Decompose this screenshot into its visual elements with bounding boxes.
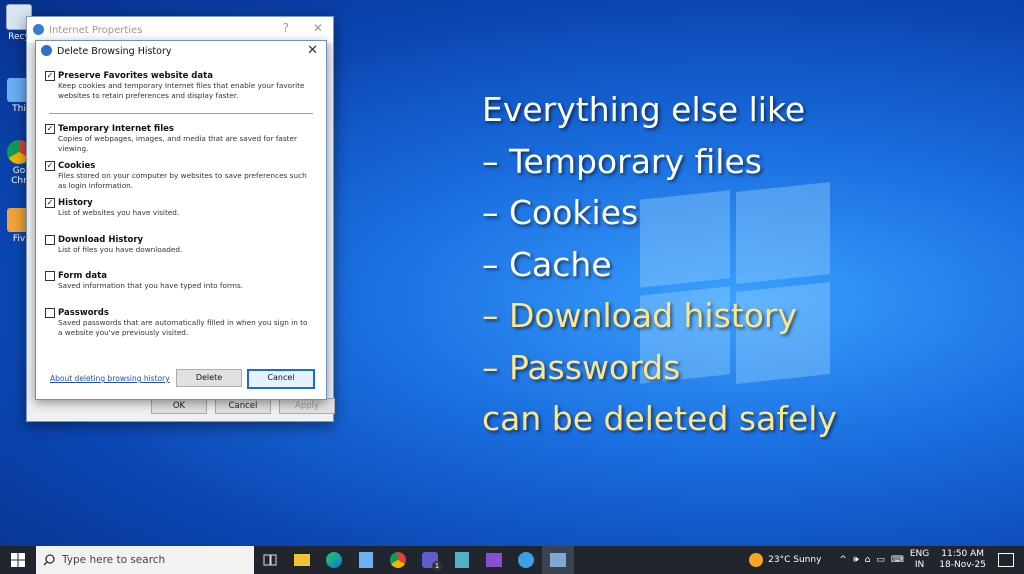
caption-line: – Temporary files (482, 141, 762, 181)
battery-icon[interactable]: ▭ (876, 555, 885, 565)
option-history: ✓ History List of websites you have visit… (45, 198, 315, 218)
weather-sun-icon (749, 553, 764, 567)
option-description: List of files you have downloaded. (58, 245, 183, 254)
taskbar-cortana[interactable] (510, 546, 542, 574)
taskbar-file-explorer[interactable] (286, 546, 318, 574)
taskbar-notepad[interactable] (350, 546, 382, 574)
start-button[interactable] (0, 546, 36, 574)
desktop-icon-label: Fiv (12, 234, 26, 244)
caption-line: – Cookies (482, 193, 639, 232)
search-placeholder: Type here to search (62, 554, 166, 566)
ok-button[interactable]: OK (151, 398, 207, 414)
delete-button[interactable]: Delete (176, 369, 242, 387)
help-button[interactable]: ? (283, 21, 289, 35)
checkbox-preserve-favorites[interactable]: ✓ (45, 71, 55, 81)
close-icon[interactable]: ✕ (307, 43, 318, 58)
option-label: Temporary Internet files (58, 124, 174, 134)
checkbox-passwords[interactable] (45, 308, 55, 318)
language-indicator[interactable]: ENG IN (910, 549, 929, 571)
clapperboard-icon (486, 553, 502, 567)
notification-badge: 1 (432, 561, 442, 571)
clock-time: 11:50 AM (941, 549, 984, 559)
language-code: ENG (909, 549, 930, 559)
option-cookies: ✓ Cookies Files stored on your computer b… (45, 161, 315, 190)
option-temporary-internet-files: ✓ Temporary Internet files Copies of webp… (45, 124, 315, 153)
separator (49, 113, 313, 114)
option-description: Copies of webpages, images, and media th… (58, 134, 298, 153)
internet-explorer-icon (41, 45, 52, 56)
option-form-data: Form data Saved information that you hav… (45, 271, 315, 291)
option-label: Download History (58, 235, 144, 245)
desktop-icon-label: Go Chr (11, 166, 27, 186)
keyboard-icon[interactable]: ⌨ (891, 555, 904, 565)
option-label: Passwords (58, 308, 109, 318)
caption-line: – Cache (482, 244, 612, 284)
taskbar-internet-options[interactable] (542, 546, 574, 574)
clock[interactable]: 11:50 AM 18-Nov-25 (939, 549, 986, 571)
taskbar-search-box[interactable]: Type here to search (36, 546, 254, 574)
taskbar: Type here to search 1 23°C Sunny ^ 🕪 ⌂ ▭… (0, 546, 1024, 574)
option-passwords: Passwords Saved passwords that are autom… (45, 308, 315, 337)
dialog-title: Delete Browsing History (57, 45, 172, 57)
option-description: List of websites you have visited. (58, 208, 180, 217)
checkbox-cookies[interactable]: ✓ (45, 161, 55, 171)
chrome-icon (390, 552, 406, 568)
caption-line: – Download history (482, 296, 798, 335)
circle-app-icon (518, 552, 534, 568)
taskbar-teams[interactable]: 1 (414, 546, 446, 574)
desktop-icon-label: Thi (12, 104, 26, 114)
installer-icon (455, 552, 469, 568)
delete-browsing-history-dialog: Delete Browsing History ✕ ✓ Preserve Favo… (35, 40, 327, 400)
region-code: IN (914, 560, 925, 570)
chevron-up-icon[interactable]: ^ (839, 555, 847, 565)
taskbar-clapper[interactable] (478, 546, 510, 574)
network-icon[interactable]: ⌂ (865, 555, 871, 565)
system-tray: 23°C Sunny ^ 🕪 ⌂ ▭ ⌨ ENG IN 11:50 AM 18-… (749, 546, 1024, 574)
window-title: Internet Properties (49, 24, 143, 36)
checkbox-history[interactable]: ✓ (45, 198, 55, 208)
caption-line: can be deleted safely (482, 399, 837, 438)
checkbox-temporary-internet-files[interactable]: ✓ (45, 124, 55, 134)
cancel-button[interactable]: Cancel (215, 398, 271, 414)
option-label: Preserve Favorites website data (58, 71, 213, 81)
option-preserve-favorites: ✓ Preserve Favorites website data Keep co… (45, 71, 315, 100)
clock-date: 18-Nov-25 (939, 560, 986, 570)
search-icon (43, 554, 55, 566)
dialog-cancel-button[interactable]: Cancel (247, 369, 315, 389)
option-label: Form data (58, 271, 107, 281)
taskbar-edge[interactable] (318, 546, 350, 574)
internet-properties-buttons: OK Cancel Apply (151, 398, 335, 414)
checkbox-download-history[interactable] (45, 235, 55, 245)
taskbar-chrome[interactable] (382, 546, 414, 574)
internet-options-icon (33, 24, 44, 35)
caption-line: – Passwords (482, 347, 681, 387)
apply-button[interactable]: Apply (279, 398, 335, 414)
option-download-history: Download History List of files you have … (45, 235, 315, 255)
overlay-caption: Everything else like – Temporary files –… (482, 84, 837, 445)
option-label: Cookies (58, 161, 96, 171)
option-description: Keep cookies and temporary Internet file… (58, 81, 305, 100)
option-description: Saved information that you have typed in… (58, 281, 244, 290)
caption-line: Everything else like (482, 90, 806, 129)
taskbar-app-install[interactable] (446, 546, 478, 574)
option-description: Files stored on your computer by website… (58, 171, 307, 190)
about-deleting-history-link[interactable]: About deleting browsing history (50, 374, 170, 383)
folder-icon (294, 554, 310, 566)
task-view-button[interactable] (254, 546, 286, 574)
option-description: Saved passwords that are automatically f… (58, 318, 308, 337)
option-label: History (58, 198, 93, 208)
checkbox-form-data[interactable] (45, 271, 55, 281)
notepad-icon (359, 552, 373, 568)
notification-center-icon[interactable] (998, 553, 1014, 567)
close-button[interactable]: ✕ (313, 21, 323, 35)
task-view-icon (263, 554, 277, 566)
weather-text[interactable]: 23°C Sunny (768, 555, 821, 565)
speaker-icon[interactable]: 🕪 (853, 555, 859, 565)
dialog-titlebar[interactable]: Delete Browsing History ✕ (36, 41, 326, 61)
windows-start-icon (11, 553, 25, 567)
edge-icon (326, 552, 342, 568)
control-panel-icon (550, 553, 566, 567)
